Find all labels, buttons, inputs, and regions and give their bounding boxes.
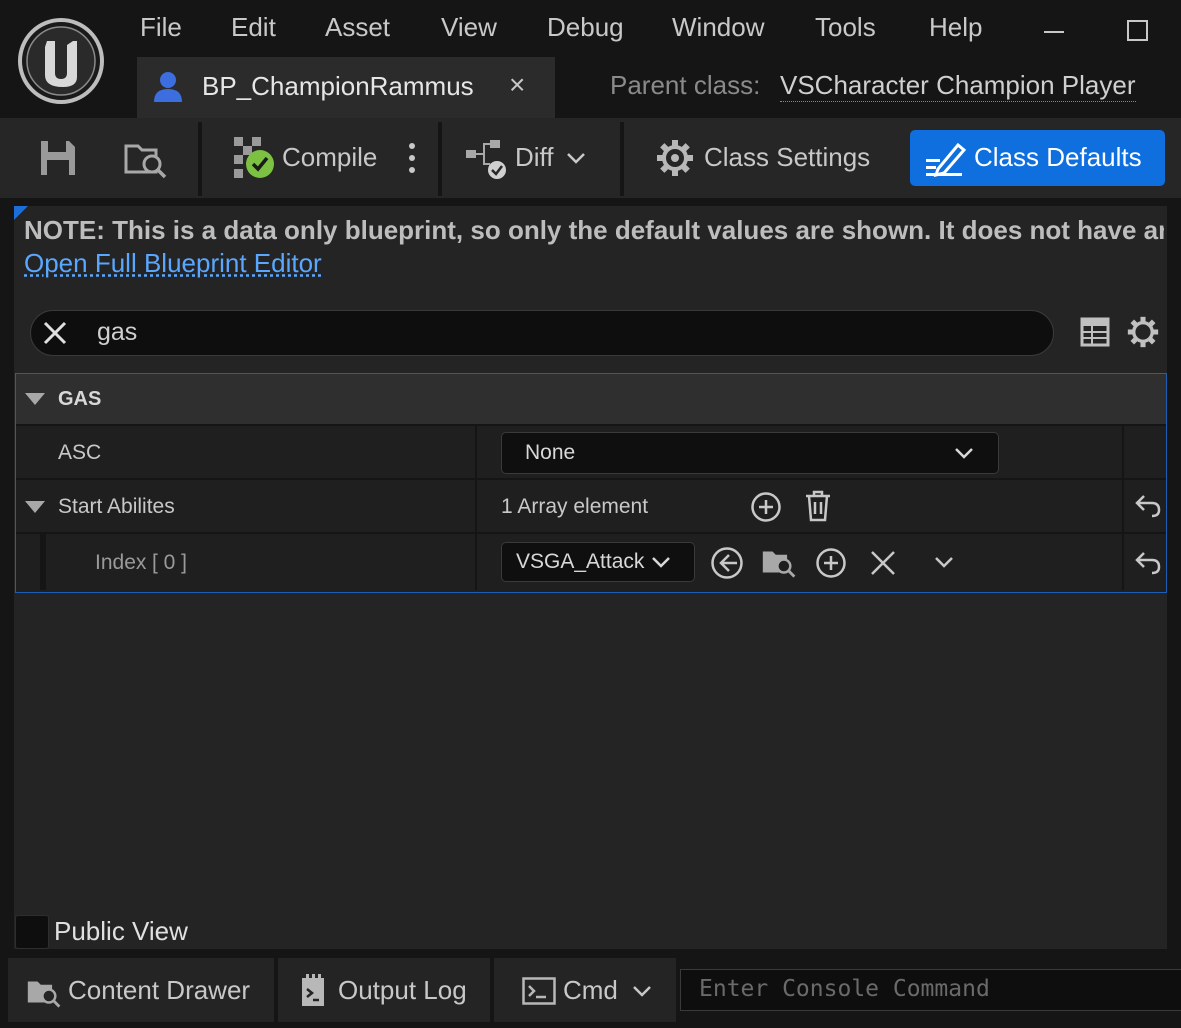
menu-help[interactable]: Help xyxy=(929,12,982,43)
menu-edit[interactable]: Edit xyxy=(231,12,276,43)
save-icon[interactable] xyxy=(38,138,78,178)
browse-icon[interactable] xyxy=(124,138,168,180)
toolbar-separator xyxy=(198,122,202,196)
chevron-down-icon xyxy=(651,553,671,571)
open-full-blueprint-editor-link[interactable]: Open Full Blueprint Editor xyxy=(24,248,322,279)
menu-tools[interactable]: Tools xyxy=(815,12,876,43)
content-drawer-button[interactable]: Content Drawer xyxy=(8,958,274,1022)
class-defaults-label: Class Defaults xyxy=(974,142,1142,173)
character-icon xyxy=(151,69,185,103)
parent-class-link[interactable]: VSCharacter Champion Player xyxy=(780,70,1136,102)
property-row-index-0: Index [ 0 ] VSGA_Attack xyxy=(16,534,1166,590)
menu-file[interactable]: File xyxy=(140,12,182,43)
insert-element-icon[interactable] xyxy=(815,547,847,579)
property-row-asc: ASC None xyxy=(16,426,1166,478)
search-box[interactable]: gas xyxy=(30,310,1054,356)
console-command-input[interactable]: Enter Console Command xyxy=(680,969,1181,1011)
tab-blueprint[interactable]: BP_ChampionRammus × xyxy=(137,57,555,118)
console-placeholder: Enter Console Command xyxy=(699,976,990,1002)
property-row-start-abilities: Start Abilites 1 Array element xyxy=(16,480,1166,532)
view-options-gear-icon[interactable] xyxy=(1127,316,1159,348)
output-log-button[interactable]: Output Log xyxy=(278,958,490,1022)
element-options-chevron-icon[interactable] xyxy=(933,554,955,570)
array-summary: 1 Array element xyxy=(501,495,648,519)
asc-value: None xyxy=(525,441,575,465)
data-only-note: NOTE: This is a data only blueprint, so … xyxy=(24,215,1164,246)
add-element-icon[interactable] xyxy=(750,491,782,523)
column-splitter xyxy=(1122,426,1124,590)
maximize-button[interactable] xyxy=(1124,16,1154,46)
index-label: Index xyxy=(95,551,146,575)
reset-to-default-icon[interactable] xyxy=(1134,493,1162,519)
ability-class-value: VSGA_Attack xyxy=(516,550,644,574)
gear-icon[interactable] xyxy=(656,139,694,177)
menu-view[interactable]: View xyxy=(441,12,497,43)
reset-to-default-icon[interactable] xyxy=(1134,550,1162,576)
cmd-selector-button[interactable]: Cmd xyxy=(494,958,676,1022)
chevron-down-icon xyxy=(954,444,974,462)
tab-label: BP_ChampionRammus xyxy=(202,71,474,102)
menu-debug[interactable]: Debug xyxy=(547,12,624,43)
asc-label: ASC xyxy=(58,441,101,465)
search-input[interactable]: gas xyxy=(97,318,137,347)
output-log-label: Output Log xyxy=(338,975,467,1006)
category-gas[interactable]: GAS xyxy=(16,374,1166,424)
terminal-icon xyxy=(522,977,556,1005)
chevron-down-icon[interactable] xyxy=(566,148,586,168)
asc-dropdown[interactable]: None xyxy=(501,432,999,474)
class-defaults-button[interactable]: Class Defaults xyxy=(910,130,1165,186)
toolbar-separator xyxy=(620,122,624,196)
category-label: GAS xyxy=(58,388,101,411)
table-view-icon[interactable] xyxy=(1080,317,1110,347)
browse-icon[interactable] xyxy=(761,545,797,579)
unreal-logo-icon[interactable] xyxy=(17,17,105,105)
clear-icon[interactable] xyxy=(869,549,897,577)
content-drawer-label: Content Drawer xyxy=(68,975,250,1006)
parent-class-label: Parent class: xyxy=(610,70,760,101)
menu-window[interactable]: Window xyxy=(672,12,764,43)
minimize-button[interactable] xyxy=(1040,16,1070,46)
class-settings-button[interactable]: Class Settings xyxy=(704,142,870,173)
collapse-arrow-icon[interactable] xyxy=(24,500,46,514)
compile-options-icon[interactable] xyxy=(404,140,420,176)
clear-search-icon[interactable] xyxy=(41,319,69,347)
compile-check-icon[interactable] xyxy=(234,137,276,179)
menu-asset[interactable]: Asset xyxy=(325,12,390,43)
toolbar-separator xyxy=(438,122,442,196)
diff-button[interactable]: Diff xyxy=(515,142,554,173)
public-view-checkbox[interactable] xyxy=(15,915,49,949)
use-selected-icon[interactable] xyxy=(710,546,744,580)
tab-close-button[interactable]: × xyxy=(509,69,525,101)
public-view-label: Public View xyxy=(54,916,188,947)
indent-bar xyxy=(40,534,46,590)
start-abilities-label: Start Abilites xyxy=(58,495,175,519)
trash-icon[interactable] xyxy=(804,490,832,522)
edit-pencil-icon xyxy=(926,139,966,177)
ability-class-dropdown[interactable]: VSGA_Attack xyxy=(501,542,695,582)
index-number: [ 0 ] xyxy=(152,551,187,575)
compile-button[interactable]: Compile xyxy=(282,142,377,173)
collapse-arrow-icon[interactable] xyxy=(24,392,46,406)
column-splitter[interactable] xyxy=(475,426,477,590)
output-log-icon xyxy=(300,974,326,1008)
content-drawer-icon xyxy=(26,975,62,1009)
cmd-label: Cmd xyxy=(563,975,618,1006)
property-grid: GAS ASC None Start Abilites 1 Array elem… xyxy=(15,373,1167,593)
diff-icon[interactable] xyxy=(466,140,510,180)
chevron-down-icon xyxy=(632,982,652,1000)
